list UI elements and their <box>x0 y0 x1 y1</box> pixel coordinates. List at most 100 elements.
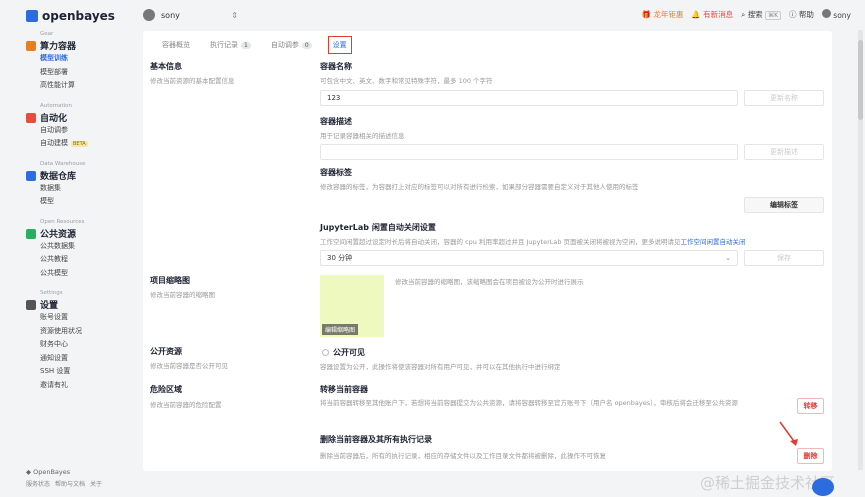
public-hint: 容器设置为公开，此操作将使该容器对所有用户可见，并可以在其他执行中进行绑定 <box>320 363 561 371</box>
description-input[interactable] <box>320 144 738 160</box>
sidebar-item[interactable]: 财务中心 <box>40 339 68 349</box>
help-icon: ⓘ <box>789 10 797 19</box>
transfer-hint: 将当前容器转移至其他账户下，若想将当前容器提交为公共资源，请将容器转移至官方账号… <box>320 399 738 407</box>
sidebar-item[interactable]: 公共模型 <box>40 268 68 278</box>
section-cover-title: 项目缩略图 <box>150 276 190 285</box>
desc-label: 容器描述 <box>320 117 352 126</box>
tags-hint: 修改容器的标签，为容器打上对应的标签可以对所有进行检索，如果部分容器需要自定义对… <box>320 183 639 191</box>
name-input[interactable]: 123 <box>320 90 738 106</box>
idle-timeout-select[interactable]: 30 分钟 ⌄ <box>320 250 738 266</box>
sidebar-item-label: 通知设置 <box>40 353 68 362</box>
save-idle-button[interactable]: 保存 <box>744 250 824 266</box>
sidebar-item[interactable]: 自动建模 BETA <box>40 138 88 148</box>
brand-logo[interactable]: openbayes <box>26 9 115 23</box>
section-basic-desc: 修改当前资源的基本配置信息 <box>150 77 235 85</box>
sidebar-item-label: 模型 <box>40 197 54 205</box>
messages-link[interactable]: 🔔 有新消息 <box>691 9 733 20</box>
delete-button[interactable]: 删除 <box>797 448 824 464</box>
footer-link-docs[interactable]: 帮助与文档 <box>55 479 85 488</box>
update-name-button[interactable]: 更新名称 <box>744 90 824 106</box>
sidebar-item[interactable]: 模型部署 <box>40 67 68 77</box>
sidebar-group-icon <box>26 41 36 51</box>
section-public-desc: 修改当前容器是否公开可见 <box>150 362 228 370</box>
sidebar-item[interactable]: 通知设置 <box>40 353 68 363</box>
sidebar-group-en: Automation <box>40 102 73 109</box>
sidebar-item-label: 高性能计算 <box>40 81 75 89</box>
tab-overview[interactable]: 容器概览 <box>158 36 194 54</box>
sidebar-item[interactable]: 模型训练 <box>40 53 68 63</box>
section-cover-desc: 修改当前容器的缩略图 <box>150 291 215 299</box>
sidebar-item[interactable]: 数据集 <box>40 183 61 193</box>
cover-hint: 修改当前容器的缩略图，该缩略图会在项目被设为公开时进行展示 <box>395 278 584 286</box>
red-arrow-annotation <box>779 421 798 446</box>
beta-badge: BETA <box>71 141 88 147</box>
sidebar-group-title: 设置 <box>40 301 59 311</box>
public-radio[interactable] <box>322 349 329 356</box>
sidebar-item-label: 公共数据集 <box>40 241 75 250</box>
chat-support-icon[interactable] <box>812 478 834 496</box>
sidebar-item-label: 模型训练 <box>40 54 68 62</box>
sidebar-group-en: Gear <box>40 31 54 37</box>
jupyter-doc-link[interactable]: 工作空间闲置自动关闭 <box>681 238 746 246</box>
sidebar-item[interactable]: 账号设置 <box>40 312 68 322</box>
help-link[interactable]: ⓘ 帮助 <box>789 9 814 20</box>
sidebar-item[interactable]: 邀请有礼 <box>40 380 68 390</box>
sidebar-group-title: 公共资源 <box>40 229 77 240</box>
user-menu[interactable]: sony <box>821 9 851 20</box>
section-basic-title: 基本信息 <box>150 62 182 71</box>
sidebar-item[interactable]: 高性能计算 <box>40 80 75 90</box>
sidebar-group-title: 数据仓库 <box>40 171 77 182</box>
promo-link[interactable]: 🎁 龙年钜惠 <box>642 9 684 20</box>
edit-cover-button[interactable]: 编辑缩略图 <box>322 324 359 335</box>
edit-tags-button[interactable]: 编辑标签 <box>744 197 824 213</box>
sidebar-item[interactable]: 公共数据集 <box>40 241 75 251</box>
section-public-title: 公开资源 <box>150 347 182 356</box>
sidebar-item-label: 账号设置 <box>40 313 68 321</box>
footer-link-about[interactable]: 关于 <box>90 479 102 488</box>
footer-brand: ◆ OpenBayes <box>26 468 71 476</box>
tab-autotune[interactable]: 自动调参 0 <box>267 36 316 54</box>
sidebar-item-label: 自动建模 <box>40 139 68 147</box>
sidebar-group-en: Data Warehouse <box>40 160 86 167</box>
delete-hint: 删除当前容器后，所有的执行记录，相应的存储文件以及工作目录文件都将被删除，此操作… <box>320 452 606 460</box>
footer-links: 服务状态 帮助与文档 关于 <box>26 479 102 488</box>
sidebar-group-en: Settings <box>40 290 63 296</box>
sidebar-group-en: Open Resources <box>40 218 85 225</box>
chevron-down-icon: ⌄ <box>725 254 731 262</box>
chevron-updown-icon: ⇕ <box>231 10 238 20</box>
sidebar-item-label: 公共模型 <box>40 268 68 277</box>
sidebar-item-label: 邀请有礼 <box>40 380 68 389</box>
sidebar-group-title: 算力容器 <box>40 42 77 52</box>
scrollbar-thumb[interactable] <box>858 40 863 120</box>
sidebar-item[interactable]: SSH 设置 <box>40 366 70 376</box>
name-label: 容器名称 <box>320 62 352 71</box>
sidebar-item-label: 自动调参 <box>40 125 68 134</box>
openbayes-logo-icon <box>26 10 38 22</box>
tab-runs[interactable]: 执行记录 1 <box>206 36 255 54</box>
sidebar-item-label: 资源使用状况 <box>40 326 82 335</box>
transfer-button[interactable]: 转移 <box>797 398 824 414</box>
sidebar-group-icon <box>26 170 36 181</box>
jupyter-hint: 工作空间闲置超过设定时长后将自动关闭，容器的 cpu 利用率超过并且 Jupyt… <box>320 238 746 246</box>
transfer-label: 转移当前容器 <box>320 385 368 394</box>
search-button[interactable]: ⌕ 搜索 ⌘K <box>741 9 782 20</box>
public-toggle[interactable]: 公开可见 <box>322 347 365 358</box>
tab-settings[interactable]: 设置 <box>327 36 352 54</box>
update-description-button[interactable]: 更新描述 <box>744 144 824 160</box>
sidebar-group-icon <box>26 228 36 239</box>
name-hint: 可包含中文、英文、数字和常见特殊字符，最多 100 个字符 <box>320 77 493 85</box>
sidebar-item-label: 模型部署 <box>40 67 68 76</box>
topbar-actions: 🎁 龙年钜惠 🔔 有新消息 ⌕ 搜索 ⌘K ⓘ 帮助 sony <box>642 9 851 20</box>
user-avatar <box>821 9 831 18</box>
sidebar-item[interactable]: 自动调参 <box>40 125 68 135</box>
workspace-selector[interactable]: sony ⇕ <box>143 9 238 21</box>
tags-label: 容器标签 <box>320 168 352 177</box>
footer-link-status[interactable]: 服务状态 <box>26 479 50 488</box>
sidebar-item[interactable]: 模型 <box>40 196 54 206</box>
tab-bar: 容器概览 执行记录 1 自动调参 0 设置 <box>158 36 352 54</box>
delete-label: 删除当前容器及其所有执行记录 <box>320 435 432 444</box>
sidebar-item-label: 公共教程 <box>40 255 68 263</box>
sidebar-item[interactable]: 公共教程 <box>40 254 68 264</box>
sidebar-item-label: SSH 设置 <box>40 367 71 375</box>
sidebar-item[interactable]: 资源使用状况 <box>40 326 82 336</box>
